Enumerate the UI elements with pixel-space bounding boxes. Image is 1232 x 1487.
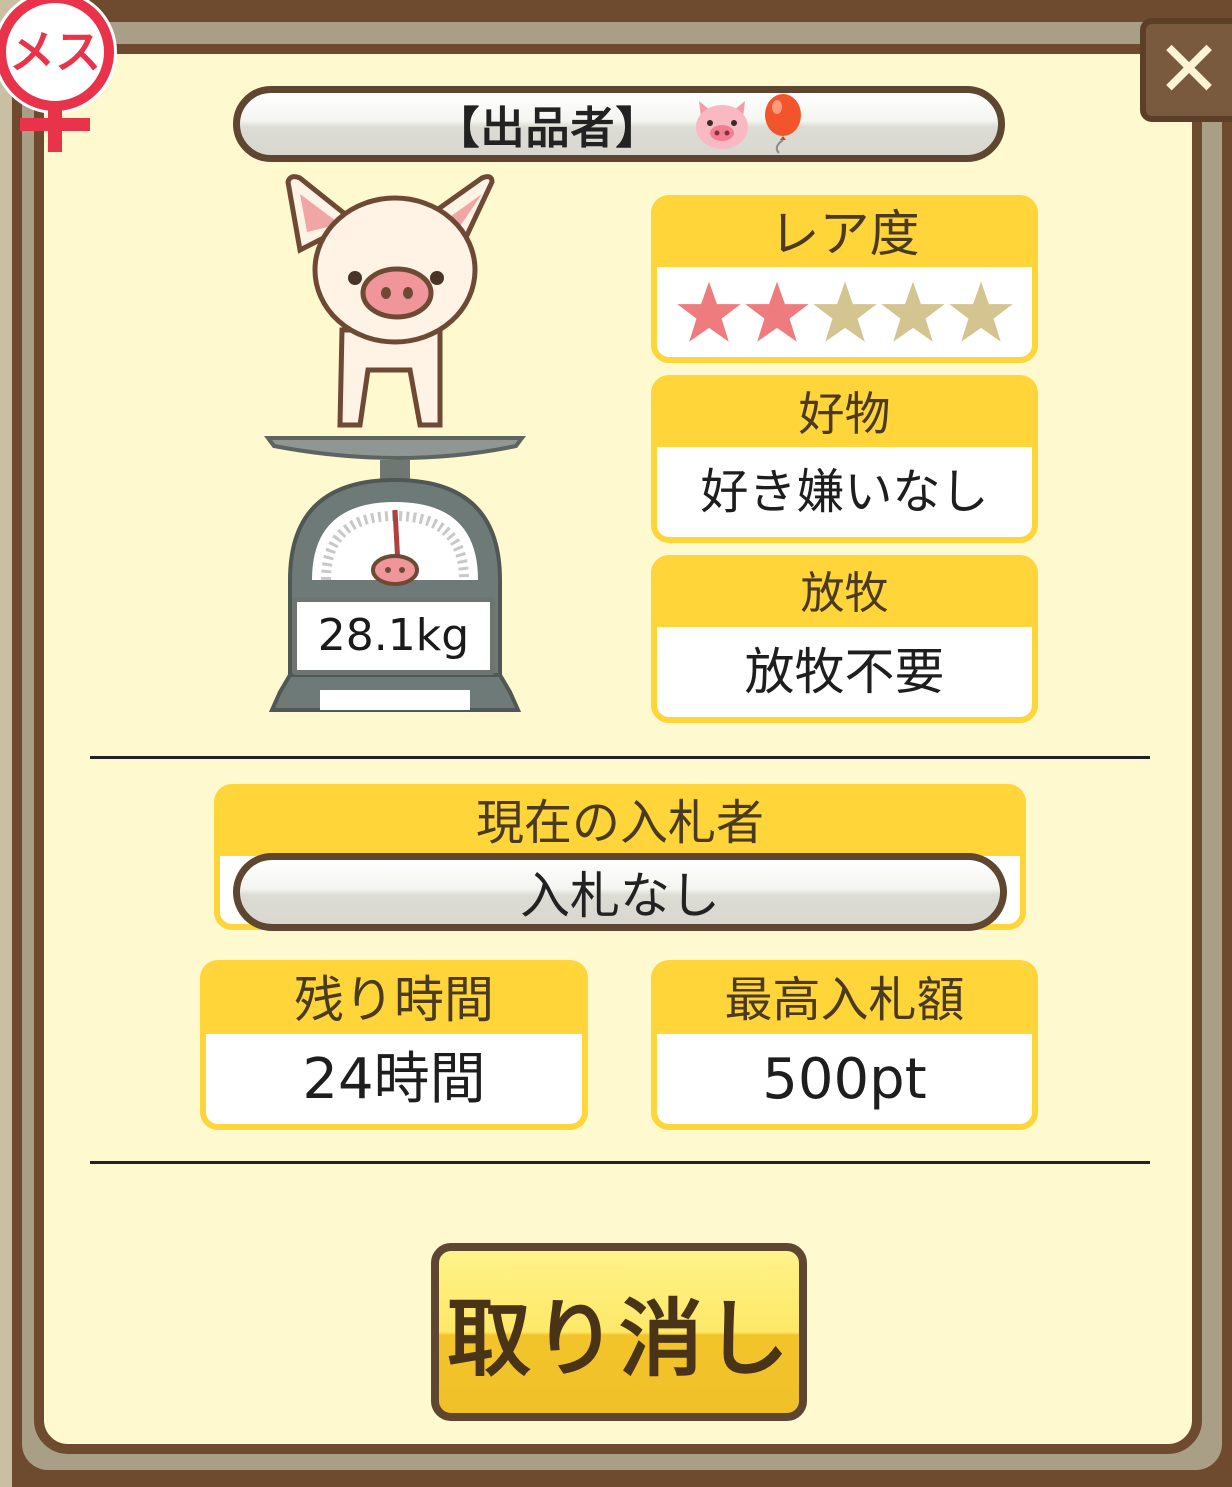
time-left-label: 残り時間 [206,966,582,1034]
cancel-button[interactable]: 取り消し [431,1243,807,1421]
highest-bid-value: 500pt [762,1047,927,1112]
rarity-label: レア度 [657,201,1032,267]
rarity-stars [657,267,1032,357]
close-button[interactable]: ✕ [1140,18,1232,122]
current-bidder-bar[interactable]: 入札なし [233,853,1007,931]
divider [90,756,1150,759]
star-filled-icon [744,281,809,342]
rarity-card: レア度 [651,195,1038,363]
seller-bar[interactable]: 【出品者】 [233,86,1005,162]
favorite-food-value: 好き嫌いなし [700,464,989,520]
highest-bid-label: 最高入札額 [657,966,1032,1034]
grazing-card: 放牧 放牧不要 [651,555,1038,723]
female-badge-label: メス [9,25,101,79]
time-left-card: 残り時間 24時間 [200,960,588,1130]
grazing-value: 放牧不要 [744,643,945,701]
star-empty-icon [880,281,945,342]
favorite-food-label: 好物 [657,381,1032,447]
female-icon: メス [0,0,117,152]
star-empty-icon [948,281,1013,342]
star-filled-icon [676,281,741,342]
pig-weight: 28.1kg [292,597,495,675]
grazing-label: 放牧 [657,561,1032,627]
current-bidder-label: 現在の入札者 [220,790,1020,856]
highest-bid-card: 最高入札額 500pt [651,960,1038,1130]
current-bidder-value: 入札なし [520,867,720,925]
divider [90,1161,1150,1164]
favorite-food-card: 好物 好き嫌いなし [651,375,1038,543]
star-empty-icon [812,281,877,342]
seller-label: 【出品者】 [435,103,661,154]
time-left-value: 24時間 [302,1047,486,1112]
cancel-button-label: 取り消し [446,1289,791,1388]
balloon-icon [764,94,801,154]
close-icon: ✕ [1156,25,1222,115]
pig-face-icon [695,101,748,149]
